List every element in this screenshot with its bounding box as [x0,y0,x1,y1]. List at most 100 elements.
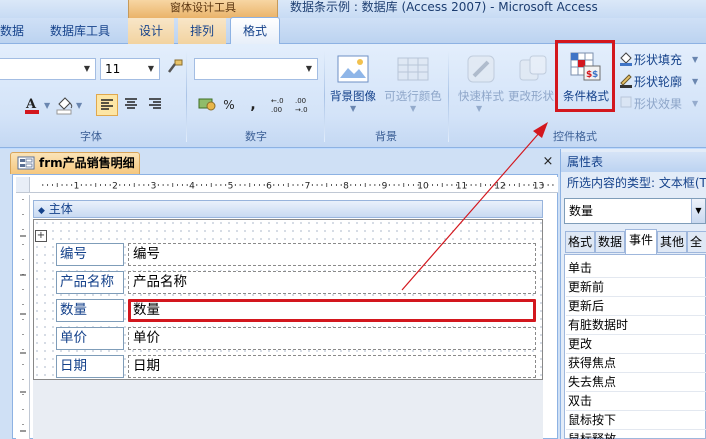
chevron-down-icon[interactable]: ▼ [692,99,698,108]
ruler-number: 11 [456,182,467,192]
alternate-row-color-button[interactable]: 可选行颜色 [382,88,444,104]
section-title: 主体 [48,202,73,216]
chevron-down-icon[interactable]: ▼ [76,101,82,110]
textbox-date[interactable]: 日期 [128,355,536,378]
shape-outline-button[interactable]: 形状轮廓 [634,73,682,90]
property-sheet-title: 属性表 [561,152,706,172]
chevron-down-icon: ▼ [305,64,313,73]
ruler-number: 3 [151,182,157,192]
tab-prop-other[interactable]: 其他 [657,231,687,253]
property-row[interactable]: 更新后 [566,297,706,316]
svg-text:→.0: →.0 [295,106,308,114]
property-row[interactable]: 双击 [566,392,706,411]
paint-bucket-icon [618,50,634,66]
ruler-corner[interactable] [16,177,30,193]
alternate-row-color-icon[interactable] [396,54,430,86]
selection-type: 所选内容的类型: 文本框(T [567,176,706,190]
chevron-down-icon[interactable]: ▼ [476,104,482,113]
chevron-down-icon[interactable]: ▼ [44,101,50,110]
tab-data[interactable]: 数据 [0,18,28,44]
property-row[interactable]: 鼠标释放 [566,430,706,439]
tab-database-tools[interactable]: 数据库工具 [40,18,120,44]
document-tab[interactable]: frm产品销售明细 [10,152,140,174]
align-right-icon[interactable] [144,94,166,116]
textbox-price[interactable]: 单价 [128,327,536,350]
property-row[interactable]: 有脏数据时 [566,316,706,335]
ruler-number: 10 [417,182,429,192]
tab-format[interactable]: 格式 [230,17,280,45]
ruler-number: 1 [74,182,80,192]
move-handle-icon[interactable]: + [35,230,47,242]
chevron-down-icon[interactable]: ▼ [691,199,705,223]
quick-styles-button[interactable]: 快速样式 [454,88,508,104]
control-format-group-label: 控件格式 [553,130,597,143]
horizontal-ruler: 1 2 3 4 5 6 7 8 9 10 11 12 13 [30,177,558,193]
indent-icon[interactable]: ▏ [0,94,4,116]
property-row[interactable]: 更改 [566,335,706,354]
label-price[interactable]: 单价 [56,327,124,350]
background-image-icon[interactable] [336,54,370,86]
ruler-number: 4 [189,182,195,192]
object-selector[interactable]: 数量 ▼ [564,198,706,224]
pencil-icon [618,72,634,88]
label-id[interactable]: 编号 [56,243,124,266]
shape-fill-button[interactable]: 形状填充 [634,51,682,68]
ruler-number: 12 [494,182,505,192]
decrease-decimal-icon[interactable]: .00 →.0 [294,94,316,116]
textbox-product-name[interactable]: 产品名称 [128,271,536,294]
align-left-button[interactable] [96,94,118,116]
format-painter-icon[interactable] [164,58,186,80]
increase-decimal-icon[interactable]: ←.0.00 [270,94,292,116]
property-row[interactable]: 鼠标按下 [566,411,706,430]
ruler-number: 9 [382,182,388,192]
quick-styles-icon[interactable] [464,52,498,86]
detail-section-header[interactable]: ◆ 主体 [33,200,543,218]
tab-prop-all[interactable]: 全部 [687,231,706,253]
selected-object: 数量 [569,204,594,218]
tab-prop-event[interactable]: 事件 [625,229,657,254]
vertical-ruler [16,195,30,439]
font-name-combo[interactable]: ▼ [0,58,96,80]
chevron-down-icon[interactable]: ▼ [410,104,416,113]
shape-effects-button[interactable]: 形状效果 [634,95,682,112]
close-icon[interactable]: × [540,153,556,171]
svg-text:.00: .00 [271,106,282,114]
font-size-combo[interactable]: 11 ▼ [100,58,160,80]
font-group-label: 字体 [80,130,102,143]
fill-color-icon[interactable] [54,94,76,116]
percent-button[interactable]: % [218,94,240,116]
design-background [33,380,543,439]
property-row[interactable]: 更新前 [566,278,706,297]
document-tab-title: frm产品销售明细 [39,156,135,170]
property-row[interactable]: 失去焦点 [566,373,706,392]
ruler-number: 2 [112,182,118,192]
chevron-down-icon[interactable]: ▼ [692,55,698,64]
align-center-icon[interactable] [120,94,142,116]
currency-icon[interactable] [196,94,218,116]
property-row[interactable]: 获得焦点 [566,354,706,373]
ruler-number: 5 [228,182,234,192]
label-quantity[interactable]: 数量 [56,299,124,322]
textbox-quantity[interactable]: 数量 [128,299,536,322]
chevron-down-icon[interactable]: ▼ [350,104,356,113]
tab-prop-format[interactable]: 格式 [565,231,595,253]
contextual-tab-title: 窗体设计工具 [128,0,278,18]
change-shape-icon[interactable] [516,52,550,86]
comma-button[interactable]: , [242,94,264,116]
chevron-down-icon[interactable]: ▼ [692,77,698,86]
font-color-icon[interactable]: A [22,94,44,116]
number-format-combo[interactable]: ▼ [194,58,318,80]
tab-prop-data[interactable]: 数据 [595,231,625,253]
tab-arrange[interactable]: 排列 [178,18,226,44]
background-image-button[interactable]: 背景图像 [326,88,380,104]
change-shape-button[interactable]: 更改形状 [508,88,556,104]
label-product-name[interactable]: 产品名称 [56,271,124,294]
number-group-label: 数字 [245,130,267,143]
property-row[interactable]: 单击 [566,259,706,278]
align-left-icon [101,99,113,110]
label-date[interactable]: 日期 [56,355,124,378]
textbox-id[interactable]: 编号 [128,243,536,266]
ruler-number: 6 [266,182,272,192]
group-separator [324,50,325,142]
tab-design[interactable]: 设计 [128,18,174,44]
